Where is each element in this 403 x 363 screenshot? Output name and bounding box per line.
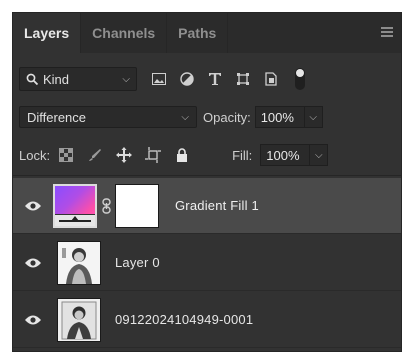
- layers-panel: Layers Channels Paths Kind ⌵ Difference …: [12, 12, 402, 352]
- layer-name[interactable]: Gradient Fill 1: [175, 198, 259, 213]
- blend-row: Difference ⌵ Opacity: 100% ⌵: [19, 104, 399, 130]
- chain-link-icon[interactable]: [100, 197, 112, 214]
- chevron-down-icon: ⌵: [122, 73, 130, 85]
- lock-transparent-pixels-icon[interactable]: [58, 147, 74, 163]
- divider: [13, 175, 401, 176]
- tab-paths[interactable]: Paths: [167, 13, 229, 53]
- chevron-down-icon: ⌵: [309, 111, 317, 123]
- chevron-down-icon: ⌵: [315, 149, 323, 161]
- filter-kind-label: Kind: [43, 71, 70, 87]
- image-filter-icon[interactable]: [151, 71, 167, 87]
- layer-name[interactable]: Layer 0: [115, 255, 160, 270]
- adjustment-filter-icon[interactable]: [179, 71, 195, 87]
- fill-label: Fill:: [232, 147, 253, 163]
- eye-icon: [25, 258, 41, 267]
- filter-kind-select[interactable]: Kind ⌵: [19, 67, 137, 91]
- lock-row: Lock: Fill: 100% ⌵: [19, 143, 399, 167]
- lock-position-icon[interactable]: [116, 147, 133, 163]
- visibility-toggle[interactable]: [13, 257, 53, 269]
- blend-mode-value: Difference: [27, 109, 87, 125]
- layer-row-scan[interactable]: 09122024104949-0001: [13, 292, 401, 348]
- chevron-down-icon: ⌵: [181, 111, 189, 123]
- opacity-input[interactable]: 100%: [254, 106, 305, 128]
- lock-all-icon[interactable]: [174, 147, 190, 163]
- opacity-dropdown-button[interactable]: ⌵: [304, 106, 323, 128]
- fill-input[interactable]: 100%: [260, 144, 311, 166]
- layer-row-layer-0[interactable]: Layer 0: [13, 235, 401, 291]
- layer-0-thumbnail[interactable]: [57, 240, 101, 285]
- eye-icon: [25, 315, 41, 324]
- tab-layers[interactable]: Layers: [13, 13, 82, 53]
- visibility-toggle[interactable]: [13, 200, 53, 212]
- layer-row-gradient-fill[interactable]: Gradient Fill 1: [13, 178, 401, 234]
- scan-layer-thumbnail[interactable]: [57, 297, 101, 342]
- filter-row: Kind ⌵: [19, 65, 399, 93]
- gradient-layer-thumbnail[interactable]: [53, 183, 97, 228]
- filter-toggle-switch[interactable]: [295, 68, 305, 90]
- panel-menu-icon[interactable]: [381, 27, 393, 37]
- opacity-label: Opacity:: [203, 109, 251, 125]
- tab-channels[interactable]: Channels: [81, 13, 168, 53]
- layer-name[interactable]: 09122024104949-0001: [115, 312, 253, 327]
- eye-icon: [25, 201, 41, 210]
- layer-mask-thumbnail[interactable]: [115, 183, 159, 228]
- fill-dropdown-button[interactable]: ⌵: [310, 144, 329, 166]
- type-filter-icon[interactable]: [207, 71, 223, 87]
- search-icon: [26, 73, 39, 85]
- lock-artboard-icon[interactable]: [145, 147, 162, 163]
- lock-image-pixels-icon[interactable]: [87, 147, 103, 163]
- blend-mode-select[interactable]: Difference ⌵: [19, 106, 197, 128]
- visibility-toggle[interactable]: [13, 314, 53, 326]
- lock-label: Lock:: [19, 147, 51, 163]
- smart-object-filter-icon[interactable]: [263, 71, 279, 87]
- panel-tabbar: Layers Channels Paths: [13, 13, 401, 53]
- shape-filter-icon[interactable]: [235, 71, 251, 87]
